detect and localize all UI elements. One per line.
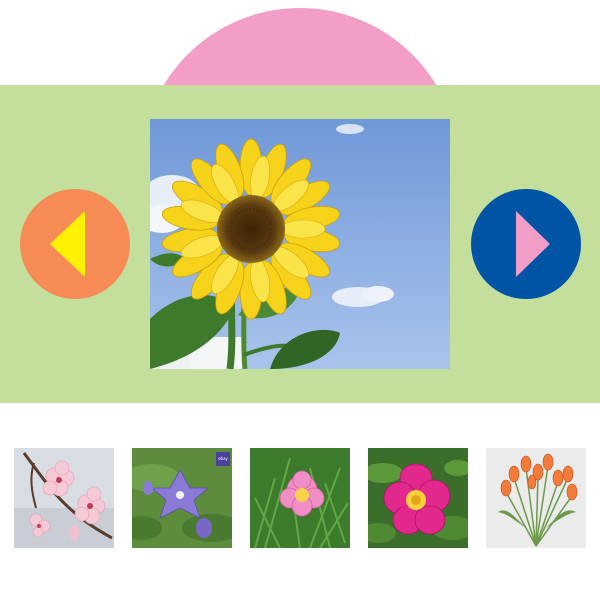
carousel-stage: ebay (0, 0, 600, 600)
thumbnail-magenta-peony[interactable] (368, 448, 468, 548)
thumbnail-peach-blossom[interactable] (14, 448, 114, 548)
thumbnail-orange-tulips[interactable] (486, 448, 586, 548)
main-image-sunflower (150, 119, 450, 369)
svg-text:ebay: ebay (218, 456, 228, 461)
next-button[interactable] (471, 189, 581, 299)
triangle-left-icon (50, 211, 85, 277)
thumbnail-balloon-flower[interactable]: ebay (132, 448, 232, 548)
previous-button[interactable] (20, 189, 130, 299)
triangle-right-icon (516, 211, 550, 277)
thumbnail-pink-peony[interactable] (250, 448, 350, 548)
